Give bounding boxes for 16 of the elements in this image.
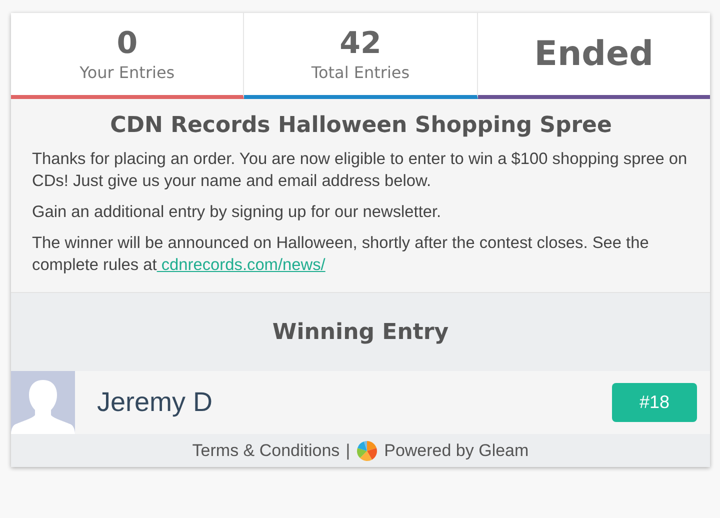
stat-label: Total Entries	[311, 62, 410, 82]
contest-title: CDN Records Halloween Shopping Spree	[109, 113, 613, 138]
stat-value: 0	[116, 26, 138, 60]
stat-value: 42	[340, 26, 382, 60]
description-text: Gain an additional entry by signing up for our newsletter.	[32, 202, 442, 223]
pie-logo-icon	[356, 440, 378, 462]
stat-value: Ended	[534, 37, 654, 71]
stat-label: Your Entries	[80, 62, 175, 82]
winner-name: Jeremy D	[97, 387, 214, 418]
terms-link[interactable]: Terms & Conditions	[192, 440, 340, 460]
entry-number: #18	[612, 383, 697, 422]
separator: |	[346, 440, 350, 460]
winner-heading: Winning Entry	[272, 320, 449, 344]
description-text: The winner will be announced on Halloween, shortly after the contest closes. See the complete rules at cdnrecords.com/news/	[32, 233, 650, 276]
description-text: Thanks for placing an order. You are now eligible to enter to win a $100 shopping spree on CDs! Just give us your name and email address below.	[32, 149, 688, 192]
powered-by-link[interactable]: Powered by Gleam	[384, 440, 529, 460]
